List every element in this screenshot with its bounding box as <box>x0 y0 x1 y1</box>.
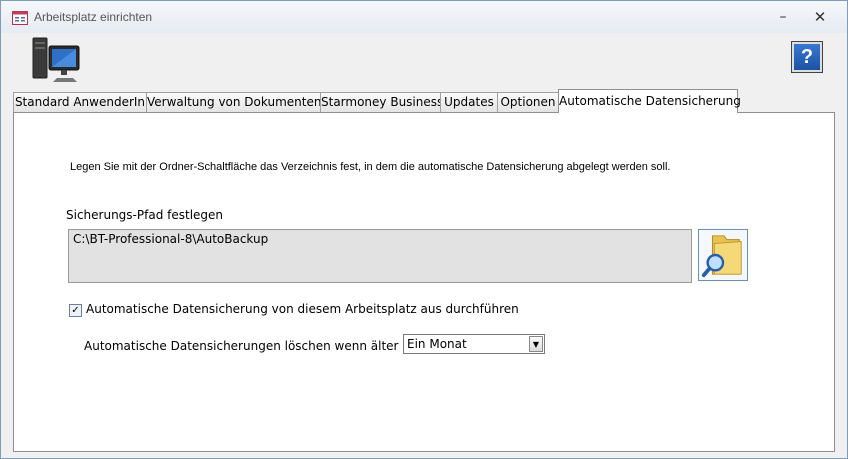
delete-older-label: Automatische Datensicherungen löschen we… <box>84 339 424 353</box>
folder-search-icon <box>701 235 742 278</box>
help-button[interactable]: ? <box>791 41 823 73</box>
auto-backup-checkbox[interactable]: ✓ <box>69 304 82 317</box>
close-button[interactable]: ✕ <box>807 7 833 27</box>
path-label: Sicherungs-Pfad festlegen <box>66 208 224 222</box>
backup-path-field[interactable]: C:\BT-Professional-8\AutoBackup <box>68 229 692 283</box>
dialog-body: ? Standard AnwenderIn Verwaltung von Dok… <box>9 33 839 453</box>
auto-backup-label: Automatische Datensicherung von diesem A… <box>86 302 519 316</box>
computer-icon <box>32 37 80 82</box>
tab-automatische-datensicherung[interactable]: Automatische Datensicherung <box>558 89 741 113</box>
tab-optionen[interactable]: Optionen <box>497 92 559 112</box>
tab-verwaltung-dokumente[interactable]: Verwaltung von Dokumenten <box>146 92 321 112</box>
tab-panel: Legen Sie mit der Ordner-Schaltfläche da… <box>13 112 835 452</box>
form-icon <box>12 11 28 25</box>
chevron-down-icon[interactable]: ▼ <box>529 336 543 352</box>
delete-age-select[interactable]: Ein Monat ▼ <box>403 334 545 354</box>
dialog-window: Arbeitsplatz einrichten – ✕ ? Standard A… <box>0 0 848 459</box>
folder-browse-button[interactable] <box>698 229 748 281</box>
tab-standard-anwenderin[interactable]: Standard AnwenderIn <box>13 92 147 112</box>
tab-starmoney-business[interactable]: Starmoney Business <box>320 92 443 112</box>
info-text: Legen Sie mit der Ordner-Schaltfläche da… <box>70 161 671 173</box>
tab-updates[interactable]: Updates <box>440 92 498 112</box>
title-bar[interactable]: Arbeitsplatz einrichten – ✕ <box>1 1 847 33</box>
delete-age-value: Ein Monat <box>407 337 467 351</box>
minimize-button[interactable]: – <box>770 7 796 27</box>
window-title: Arbeitsplatz einrichten <box>34 10 153 24</box>
